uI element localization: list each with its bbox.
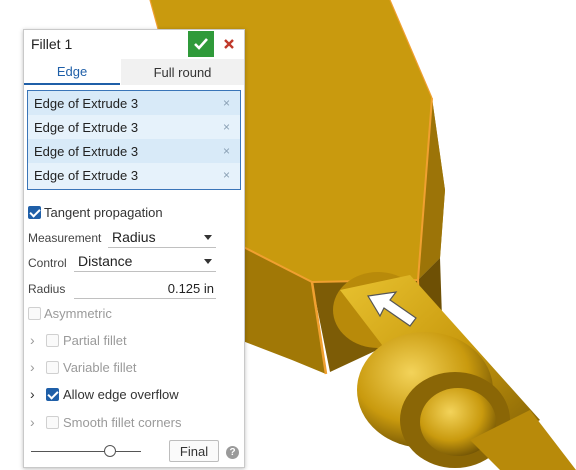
chevron-down-icon <box>204 235 212 240</box>
measurement-row: Measurement Radius <box>24 227 244 249</box>
edge-label: Edge of Extrude 3 <box>34 167 139 183</box>
smooth-fillet-corners-row[interactable]: › Smooth fillet corners <box>24 413 244 435</box>
tangent-propagation-row[interactable]: Tangent propagation <box>24 203 244 225</box>
check-icon <box>194 38 208 50</box>
asymmetric-row: Asymmetric <box>24 304 244 326</box>
variable-fillet-checkbox[interactable] <box>46 361 59 374</box>
control-label: Control <box>28 256 67 270</box>
edge-label: Edge of Extrude 3 <box>34 95 139 111</box>
smooth-fillet-corners-label: Smooth fillet corners <box>63 415 182 430</box>
radius-label: Radius <box>28 282 66 296</box>
edge-list-item[interactable]: Edge of Extrude 3 × <box>28 115 240 139</box>
remove-icon[interactable]: × <box>223 120 230 134</box>
measurement-value: Radius <box>112 229 156 245</box>
close-icon <box>224 39 234 49</box>
control-dropdown[interactable]: Distance <box>74 251 216 272</box>
preview-slider-track[interactable] <box>31 451 141 452</box>
partial-fillet-row[interactable]: › Partial fillet <box>24 331 244 353</box>
edge-list-item[interactable]: Edge of Extrude 3 × <box>28 163 240 187</box>
tangent-propagation-label: Tangent propagation <box>44 205 163 220</box>
edge-selection-list[interactable]: Edge of Extrude 3 × Edge of Extrude 3 × … <box>27 90 241 190</box>
measurement-dropdown[interactable]: Radius <box>108 227 216 248</box>
edge-list-item[interactable]: Edge of Extrude 3 × <box>28 91 240 115</box>
accept-button[interactable] <box>188 31 214 57</box>
tab-edge[interactable]: Edge <box>24 59 120 85</box>
partial-fillet-checkbox[interactable] <box>46 334 59 347</box>
variable-fillet-label: Variable fillet <box>63 360 137 375</box>
radius-value: 0.125 in <box>167 281 214 296</box>
fillet-dialog: Fillet 1 Edge Full round Edge of Extrude… <box>23 29 245 468</box>
help-icon[interactable]: ? <box>226 446 239 459</box>
dialog-title: Fillet 1 <box>31 36 73 52</box>
control-value: Distance <box>78 253 133 269</box>
remove-icon[interactable]: × <box>223 168 230 182</box>
control-row: Control Distance <box>24 251 244 273</box>
allow-edge-overflow-row[interactable]: › Allow edge overflow <box>24 385 244 407</box>
chevron-right-icon[interactable]: › <box>30 332 35 348</box>
asymmetric-checkbox[interactable] <box>28 307 41 320</box>
dialog-header: Fillet 1 <box>24 30 244 58</box>
allow-edge-overflow-checkbox[interactable] <box>46 388 59 401</box>
tab-full-round[interactable]: Full round <box>121 59 244 85</box>
edge-list-item[interactable]: Edge of Extrude 3 × <box>28 139 240 163</box>
tab-bar: Edge Full round <box>24 59 244 85</box>
preview-slider-thumb[interactable] <box>104 445 116 457</box>
chevron-right-icon[interactable]: › <box>30 414 35 430</box>
chevron-down-icon <box>204 259 212 264</box>
edge-label: Edge of Extrude 3 <box>34 143 139 159</box>
edge-label: Edge of Extrude 3 <box>34 119 139 135</box>
smooth-fillet-corners-checkbox[interactable] <box>46 416 59 429</box>
measurement-label: Measurement <box>28 231 102 245</box>
partial-fillet-label: Partial fillet <box>63 333 127 348</box>
allow-edge-overflow-label: Allow edge overflow <box>63 387 179 402</box>
radius-input[interactable]: 0.125 in <box>74 278 216 299</box>
remove-icon[interactable]: × <box>223 144 230 158</box>
radius-row: Radius 0.125 in <box>24 278 244 300</box>
cancel-button[interactable] <box>217 31 241 57</box>
tangent-propagation-checkbox[interactable] <box>28 206 41 219</box>
variable-fillet-row[interactable]: › Variable fillet <box>24 358 244 380</box>
asymmetric-label: Asymmetric <box>44 306 112 321</box>
remove-icon[interactable]: × <box>223 96 230 110</box>
final-button[interactable]: Final <box>169 440 219 462</box>
chevron-right-icon[interactable]: › <box>30 359 35 375</box>
chevron-right-icon[interactable]: › <box>30 386 35 402</box>
